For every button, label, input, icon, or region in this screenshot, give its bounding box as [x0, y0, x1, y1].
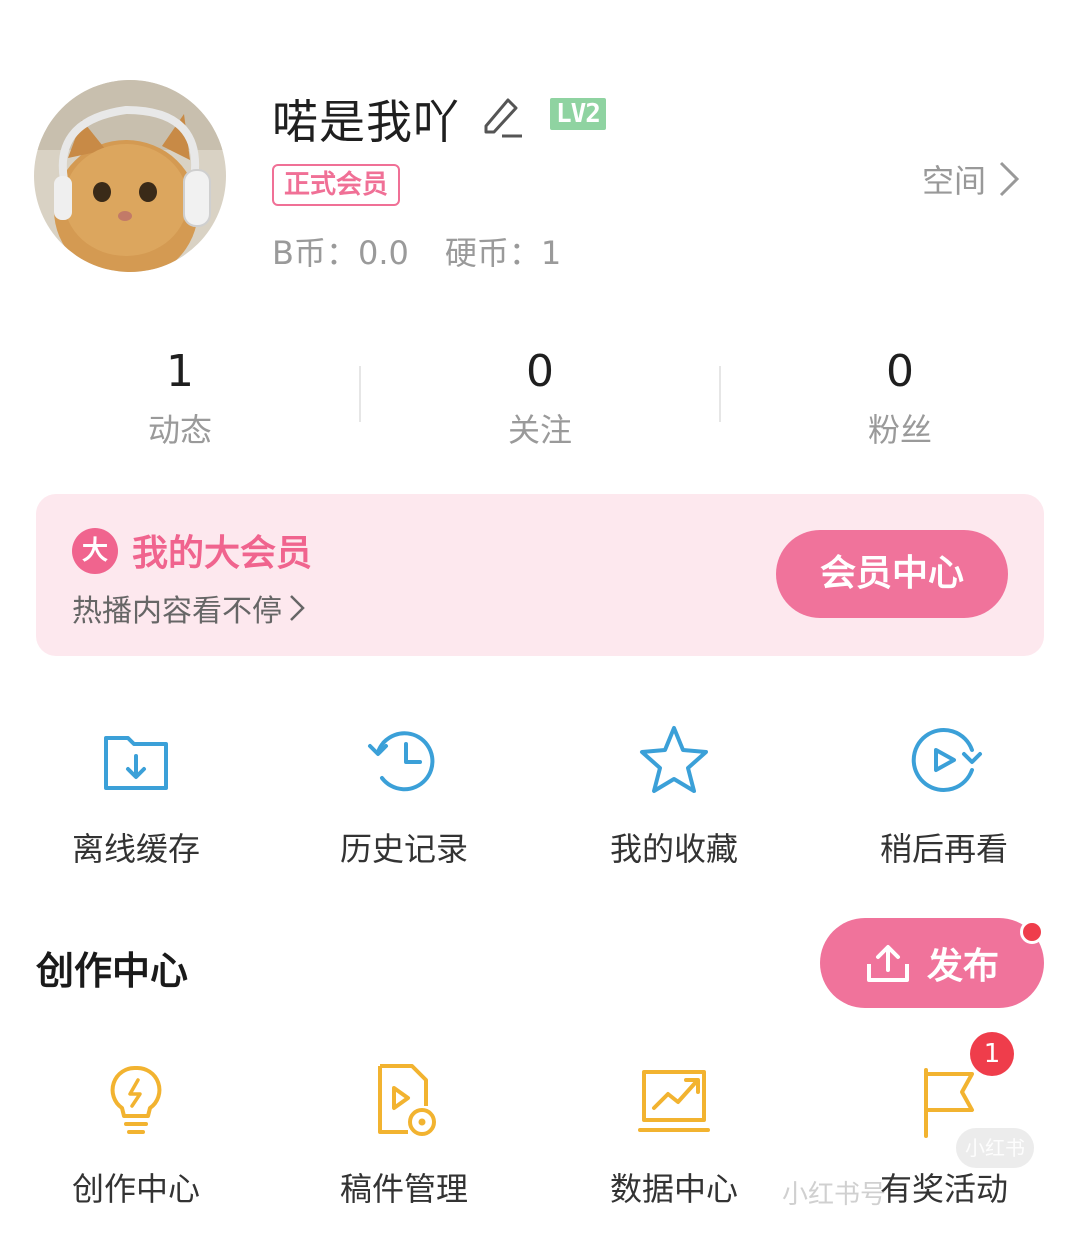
stat-value: 0	[886, 346, 914, 397]
edit-pencil-icon[interactable]	[478, 92, 526, 140]
vip-center-button[interactable]: 会员中心	[776, 530, 1008, 618]
coin-balance: B币：0.0 硬币：1	[272, 228, 597, 274]
chevron-right-icon	[290, 595, 305, 621]
creator-item-creation-center[interactable]: 创作中心	[36, 1058, 236, 1210]
stat-dynamics[interactable]: 1 动态	[80, 345, 280, 451]
stat-label: 关注	[507, 411, 572, 449]
shortcut-label: 历史记录	[339, 830, 468, 868]
publish-label: 发布	[926, 946, 999, 987]
lightbulb-icon	[110, 1065, 162, 1134]
level-badge: LV2	[550, 98, 606, 130]
offline-download-icon	[104, 736, 168, 790]
stat-divider	[719, 366, 721, 422]
b-coin-balance: B币：0.0	[272, 234, 409, 272]
creator-section-title: 创作中心	[36, 949, 189, 993]
manuscript-icon	[378, 1064, 436, 1136]
space-link-label: 空间	[922, 162, 987, 200]
username: 喏是我吖	[272, 95, 460, 149]
stat-value: 1	[166, 346, 194, 397]
watermark-text: 小红书号	[782, 1180, 887, 1210]
creator-item-label: 稿件管理	[339, 1170, 468, 1208]
stat-following[interactable]: 0 关注	[440, 345, 640, 451]
vip-logo-icon: 大	[72, 528, 118, 574]
data-chart-icon	[638, 1070, 710, 1132]
avatar[interactable]	[34, 80, 226, 272]
vip-tag: 正式会员	[272, 164, 401, 206]
vip-title: 我的大会员	[132, 533, 313, 574]
shortcut-label: 我的收藏	[609, 830, 738, 868]
stat-divider	[359, 366, 361, 422]
avatar-cat-image	[34, 80, 226, 272]
stat-label: 动态	[147, 411, 212, 449]
shortcut-label: 离线缓存	[71, 830, 200, 868]
shortcut-watch-later[interactable]: 稍后再看	[844, 718, 1044, 870]
creator-item-label: 数据中心	[609, 1170, 738, 1208]
stat-value: 0	[526, 346, 554, 397]
vip-subtitle-link[interactable]: 热播内容看不停	[72, 586, 306, 630]
history-icon	[368, 731, 435, 792]
publish-button[interactable]: 发布	[820, 918, 1044, 1008]
upload-icon	[866, 945, 909, 982]
vip-subtitle: 热播内容看不停	[72, 594, 282, 629]
shortcut-offline-cache[interactable]: 离线缓存	[36, 718, 236, 870]
coin-count: 硬币：1	[444, 234, 562, 272]
shortcut-history[interactable]: 历史记录	[304, 718, 504, 870]
notification-dot	[1020, 920, 1044, 944]
star-icon	[640, 726, 708, 793]
creator-item-data-center[interactable]: 数据中心	[574, 1058, 774, 1210]
stat-label: 粉丝	[867, 411, 932, 449]
space-link[interactable]: 空间	[922, 156, 1020, 202]
creator-item-label: 创作中心	[71, 1170, 200, 1208]
stat-fans[interactable]: 0 粉丝	[800, 345, 1000, 451]
creator-item-manuscripts[interactable]: 稿件管理	[304, 1058, 504, 1210]
watermark-logo: 小红书	[956, 1128, 1034, 1168]
chevron-right-icon	[999, 161, 1020, 197]
activity-count-badge: 1	[970, 1032, 1014, 1076]
shortcut-favorites[interactable]: 我的收藏	[574, 718, 774, 870]
watch-later-icon	[911, 728, 982, 792]
shortcut-label: 稍后再看	[879, 830, 1008, 868]
